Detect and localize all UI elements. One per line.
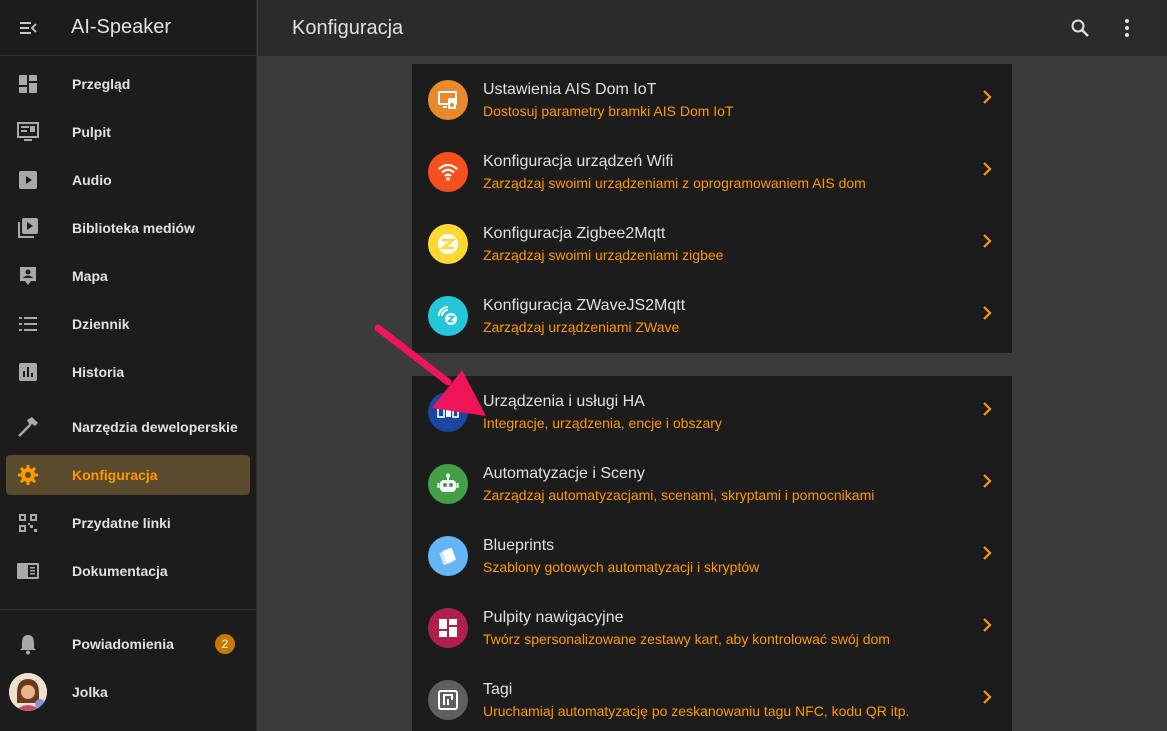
- sidebar-item-konfiguracja[interactable]: Konfiguracja: [6, 455, 250, 495]
- chevron-right-icon: [982, 90, 992, 109]
- sidebar-item-label: Przydatne linki: [72, 515, 171, 531]
- sidebar-item-audio[interactable]: Audio: [6, 160, 250, 200]
- sidebar-item-dziennik[interactable]: Dziennik: [6, 304, 250, 344]
- config-row-zigbee[interactable]: Konfiguracja Zigbee2Mqtt Zarządzaj swoimi…: [412, 208, 1012, 280]
- bell-icon: [6, 633, 50, 655]
- avatar: [9, 673, 47, 711]
- sidebar-item-dokumentacja[interactable]: Dokumentacja: [6, 551, 250, 591]
- chart-icon: [6, 362, 50, 382]
- media-library-icon: [6, 217, 50, 239]
- sidebar-item-label: Biblioteka mediów: [72, 220, 195, 236]
- book-icon: [6, 562, 50, 580]
- blueprint-icon: [428, 536, 468, 576]
- sidebar-item-label: Narzędzia deweloperskie: [72, 419, 238, 435]
- menu-collapse-icon[interactable]: [0, 0, 56, 56]
- row-title: Urządzenia i usługi HA: [483, 393, 645, 410]
- row-title: Konfiguracja urządzeń Wifi: [483, 153, 674, 170]
- more-vert-icon[interactable]: [1115, 16, 1139, 40]
- zigbee-icon: [428, 224, 468, 264]
- chevron-right-icon: [982, 306, 992, 325]
- top-app-bar: Konfiguracja: [258, 0, 1167, 56]
- sidebar-item-label: Dziennik: [72, 316, 130, 332]
- row-subtitle: Zarządzaj swoimi urządzeniami zigbee: [483, 247, 724, 263]
- row-subtitle: Dostosuj parametry bramki AIS Dom IoT: [483, 103, 734, 119]
- list-icon: [6, 315, 50, 333]
- sidebar-item-label: Historia: [72, 364, 125, 380]
- qr-code-icon: [6, 513, 50, 533]
- config-row-blueprints[interactable]: Blueprints Szablony gotowych automatyzacj…: [412, 520, 1012, 592]
- row-title: Blueprints: [483, 537, 555, 554]
- row-title: Automatyzacje i Sceny: [483, 465, 645, 482]
- chevron-right-icon: [982, 402, 992, 421]
- hammer-icon: [6, 416, 50, 438]
- config-row-dashboards[interactable]: Pulpity nawigacyjne Twórz spersonalizowan…: [412, 592, 1012, 664]
- config-row-devices[interactable]: Urządzenia i usługi HA Integracje, urządz…: [412, 376, 1012, 448]
- row-title: Tagi: [483, 681, 513, 698]
- sidebar-item-label: Przegląd: [72, 76, 131, 92]
- sidebar-item-historia[interactable]: Historia: [6, 352, 250, 392]
- sidebar-item-powiadomienia[interactable]: Powiadomienia 2: [6, 624, 250, 664]
- sidebar-item-label: Dokumentacja: [72, 563, 168, 579]
- chevron-right-icon: [982, 690, 992, 709]
- config-card-ais: Ustawienia AIS Dom IoT Dostosuj parametry…: [412, 64, 1012, 353]
- chevron-right-icon: [982, 234, 992, 253]
- sidebar: AI-Speaker Przegląd Pulpit Audio Bibliot…: [0, 0, 257, 731]
- config-card-ha: Urządzenia i usługi HA Integracje, urządz…: [412, 376, 1012, 731]
- wifi-icon: [428, 152, 468, 192]
- sidebar-item-label: Jolka: [72, 684, 108, 700]
- search-icon[interactable]: [1068, 16, 1092, 40]
- sidebar-item-label: Audio: [72, 172, 112, 188]
- config-row-ais-settings[interactable]: Ustawienia AIS Dom IoT Dostosuj parametry…: [412, 64, 1012, 136]
- annotation-arrow: [374, 324, 486, 416]
- gear-icon: [6, 464, 50, 486]
- config-row-wifi[interactable]: Konfiguracja urządzeń Wifi Zarządzaj swoi…: [412, 136, 1012, 208]
- row-subtitle: Uruchamiaj automatyzację po zeskanowaniu…: [483, 703, 910, 719]
- row-subtitle: Integracje, urządzenia, encje i obszary: [483, 415, 722, 431]
- config-row-automations[interactable]: Automatyzacje i Sceny Zarządzaj automatyz…: [412, 448, 1012, 520]
- dashboard-icon: [428, 608, 468, 648]
- chevron-right-icon: [982, 474, 992, 493]
- map-account-icon: [6, 266, 50, 286]
- tag-icon: [428, 680, 468, 720]
- sidebar-header: AI-Speaker: [0, 0, 256, 56]
- sidebar-item-label: Powiadomienia: [72, 636, 174, 652]
- config-row-zwave[interactable]: Konfiguracja ZWaveJS2Mqtt Zarządzaj urząd…: [412, 280, 1012, 352]
- sidebar-item-linki[interactable]: Przydatne linki: [6, 503, 250, 543]
- notification-count-badge: 2: [215, 634, 235, 654]
- dashboard-icon: [6, 74, 50, 94]
- sidebar-item-mapa[interactable]: Mapa: [6, 256, 250, 296]
- sidebar-item-user[interactable]: Jolka: [6, 672, 250, 712]
- row-title: Konfiguracja Zigbee2Mqtt: [483, 225, 666, 242]
- sidebar-item-narzedzia[interactable]: Narzędzia deweloperskie: [6, 407, 250, 447]
- sidebar-item-label: Mapa: [72, 268, 108, 284]
- robot-icon: [428, 464, 468, 504]
- row-title: Konfiguracja ZWaveJS2Mqtt: [483, 297, 686, 314]
- row-subtitle: Twórz spersonalizowane zestawy kart, aby…: [483, 631, 890, 647]
- row-subtitle: Zarządzaj automatyzacjami, scenami, skry…: [483, 487, 875, 503]
- sidebar-item-pulpit[interactable]: Pulpit: [6, 112, 250, 152]
- sidebar-divider: [0, 609, 257, 610]
- sidebar-item-przeglad[interactable]: Przegląd: [6, 64, 250, 104]
- row-title: Ustawienia AIS Dom IoT: [483, 81, 657, 98]
- play-icon: [6, 170, 50, 190]
- config-row-tags[interactable]: Tagi Uruchamiaj automatyzację po zeskanow…: [412, 664, 1012, 731]
- ais-device-icon: [428, 80, 468, 120]
- row-title: Pulpity nawigacyjne: [483, 609, 624, 626]
- monitor-icon: [6, 122, 50, 142]
- sidebar-item-label: Pulpit: [72, 124, 111, 140]
- sidebar-item-label: Konfiguracja: [72, 467, 158, 483]
- page-title: Konfiguracja: [292, 16, 404, 39]
- row-subtitle: Szablony gotowych automatyzacji i skrypt…: [483, 559, 760, 575]
- sidebar-item-biblioteka[interactable]: Biblioteka mediów: [6, 208, 250, 248]
- chevron-right-icon: [982, 546, 992, 565]
- row-subtitle: Zarządzaj swoimi urządzeniami z oprogram…: [483, 175, 866, 191]
- row-subtitle: Zarządzaj urządzeniami ZWave: [483, 319, 680, 335]
- chevron-right-icon: [982, 618, 992, 637]
- sidebar-title: AI-Speaker: [71, 16, 172, 38]
- chevron-right-icon: [982, 162, 992, 181]
